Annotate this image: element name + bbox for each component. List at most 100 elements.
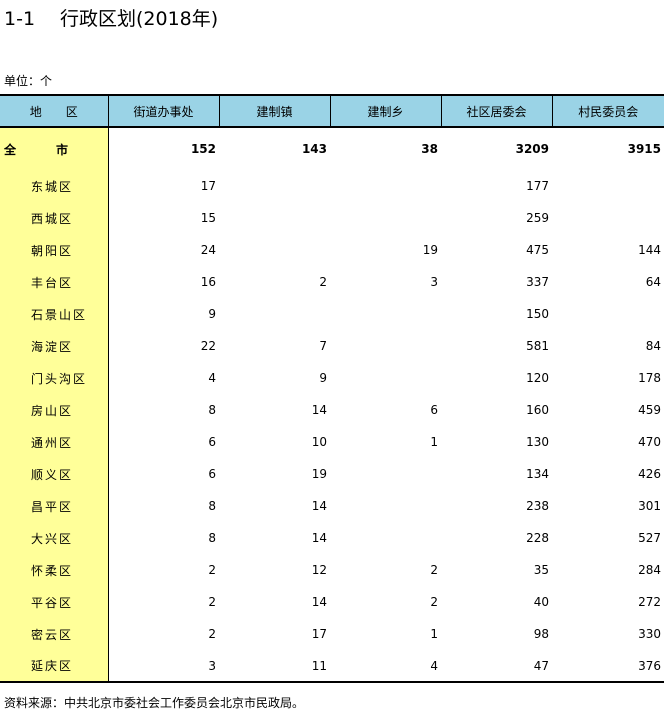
cell-value: 64 [645, 275, 661, 289]
cell-value: 177 [526, 179, 549, 193]
cell-value: 426 [638, 467, 661, 481]
table-row: 东城区 17 177 [0, 170, 664, 202]
cell-value: 178 [638, 371, 661, 385]
cell-value [552, 202, 664, 234]
cell-value: 24 [200, 243, 216, 257]
table-title: 行政区划(2018年) [60, 8, 219, 30]
cell-value: 19 [422, 243, 438, 257]
cell-value: 19 [311, 467, 327, 481]
cell-value: 8 [208, 499, 216, 513]
table-row: 大兴区 8 14 228 527 [0, 522, 664, 554]
cell-value [330, 330, 441, 362]
cell-value: 22 [200, 339, 216, 353]
cell-value [330, 522, 441, 554]
header-subdistrict: 街道办事处 [108, 94, 220, 128]
cell-value [552, 298, 664, 330]
cell-value [330, 202, 441, 234]
header-area: 地 区 [0, 94, 109, 128]
total-value: 38 [421, 142, 438, 156]
cell-value: 35 [533, 563, 549, 577]
cell-value: 120 [526, 371, 549, 385]
area-name: 密云区 [0, 618, 109, 650]
cell-value: 259 [526, 211, 549, 225]
cell-value [330, 298, 441, 330]
area-name: 大兴区 [0, 522, 109, 554]
cell-value: 459 [638, 403, 661, 417]
table-row: 密云区 2 17 1 98 330 [0, 618, 664, 650]
cell-value: 272 [638, 595, 661, 609]
page-title: 1-1 行政区划(2018年) [4, 6, 218, 32]
cell-value: 527 [638, 531, 661, 545]
cell-value: 11 [219, 650, 330, 683]
area-name: 顺义区 [0, 458, 109, 490]
header-town: 建制镇 [219, 94, 331, 128]
table-row: 房山区 8 14 6 160 459 [0, 394, 664, 426]
cell-value [552, 170, 664, 202]
cell-value: 301 [638, 499, 661, 513]
cell-value: 9 [319, 371, 327, 385]
table-row: 海淀区 22 7 581 84 [0, 330, 664, 362]
cell-value: 330 [638, 627, 661, 641]
total-value: 3915 [627, 142, 661, 156]
cell-value: 6 [208, 435, 216, 449]
cell-value [219, 202, 330, 234]
cell-value [330, 170, 441, 202]
area-name: 延庆区 [0, 650, 109, 683]
cell-value: 150 [526, 307, 549, 321]
cell-value: 14 [311, 595, 327, 609]
table-row: 石景山区 9 150 [0, 298, 664, 330]
area-name: 昌平区 [0, 490, 109, 522]
cell-value: 14 [311, 531, 327, 545]
cell-value: 10 [311, 435, 327, 449]
cell-value: 2 [430, 563, 438, 577]
cell-value: 130 [526, 435, 549, 449]
area-name: 西城区 [0, 202, 109, 234]
area-name: 丰台区 [0, 266, 109, 298]
table-row: 朝阳区 24 19 475 144 [0, 234, 664, 266]
cell-value: 470 [638, 435, 661, 449]
area-name: 石景山区 [0, 298, 109, 330]
header-row: 地 区 街道办事处 建制镇 建制乡 社区居委会 村民委员会 [0, 94, 664, 128]
total-value: 152 [190, 142, 216, 156]
cell-value: 9 [208, 307, 216, 321]
table-row: 怀柔区 2 12 2 35 284 [0, 554, 664, 586]
cell-value: 160 [526, 403, 549, 417]
cell-value [219, 298, 330, 330]
area-name: 平谷区 [0, 586, 109, 618]
area-name: 房山区 [0, 394, 109, 426]
cell-value: 284 [638, 563, 661, 577]
header-township: 建制乡 [330, 94, 442, 128]
cell-value: 47 [441, 650, 552, 683]
area-name: 门头沟区 [0, 362, 109, 394]
cell-value [330, 490, 441, 522]
table-number: 1-1 [4, 8, 36, 30]
cell-value: 2 [208, 563, 216, 577]
table-row: 丰台区 16 2 3 337 64 [0, 266, 664, 298]
cell-value [219, 234, 330, 266]
cell-value: 1 [430, 435, 438, 449]
cell-value [330, 362, 441, 394]
cell-value: 2 [208, 595, 216, 609]
area-name: 通州区 [0, 426, 109, 458]
area-name: 怀柔区 [0, 554, 109, 586]
cell-value [219, 170, 330, 202]
cell-value: 376 [552, 650, 664, 683]
area-name: 东城区 [0, 170, 109, 202]
table-row: 平谷区 2 14 2 40 272 [0, 586, 664, 618]
table-row: 昌平区 8 14 238 301 [0, 490, 664, 522]
cell-value: 1 [430, 627, 438, 641]
cell-value: 12 [311, 563, 327, 577]
cell-value [330, 458, 441, 490]
cell-value: 15 [200, 211, 216, 225]
area-name: 朝阳区 [0, 234, 109, 266]
total-value: 3209 [515, 142, 549, 156]
table-row: 通州区 6 10 1 130 470 [0, 426, 664, 458]
cell-value: 17 [200, 179, 216, 193]
cell-value: 40 [533, 595, 549, 609]
cell-value: 7 [319, 339, 327, 353]
cell-value: 98 [533, 627, 549, 641]
cell-value: 6 [208, 467, 216, 481]
cell-value: 17 [311, 627, 327, 641]
cell-value: 14 [311, 403, 327, 417]
cell-value: 14 [311, 499, 327, 513]
